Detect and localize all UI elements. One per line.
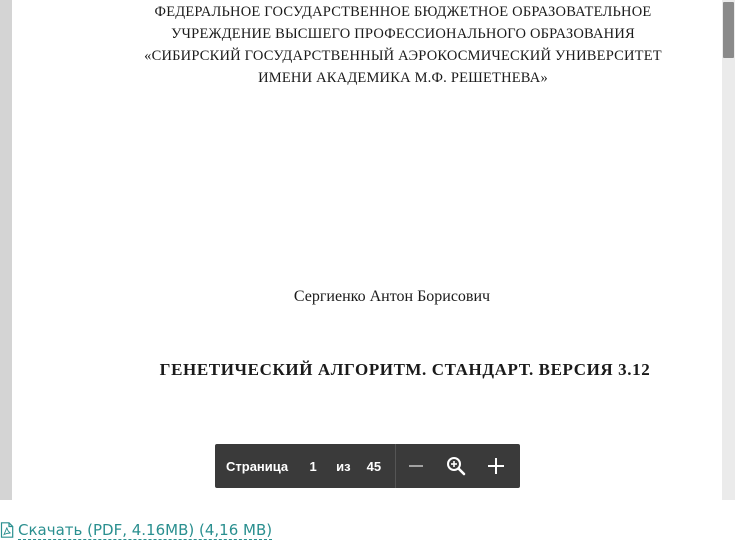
scrollbar-thumb[interactable]: [723, 2, 734, 58]
org-line-2: УЧРЕЖДЕНИЕ ВЫСШЕГО ПРОФЕССИОНАЛЬНОГО ОБР…: [171, 26, 635, 42]
org-line-1: ФЕДЕРАЛЬНОЕ ГОСУДАРСТВЕННОЕ БЮДЖЕТНОЕ ОБ…: [154, 4, 652, 20]
organization-header: ФЕДЕРАЛЬНОЕ ГОСУДАРСТВЕННОЕ БЮДЖЕТНОЕ ОБ…: [12, 1, 735, 89]
total-pages: 45: [366, 458, 382, 474]
zoom-icon: [447, 457, 466, 476]
pdf-toolbar: Страница 1 из 45: [215, 444, 520, 488]
download-pdf-link[interactable]: Скачать (PDF, 4.16MB) (4,16 MB): [18, 521, 273, 540]
zoom-out-button[interactable]: [396, 444, 436, 488]
zoom-in-button[interactable]: [476, 444, 516, 488]
document-title: ГЕНЕТИЧЕСКИЙ АЛГОРИТМ. СТАНДАРТ. ВЕРСИЯ …: [159, 360, 651, 379]
download-row: Скачать (PDF, 4.16MB) (4,16 MB): [0, 519, 273, 541]
zoom-reset-button[interactable]: [436, 444, 476, 488]
org-line-3: «СИБИРСКИЙ ГОСУДАРСТВЕННЫЙ АЭРОКОСМИЧЕСК…: [144, 48, 662, 64]
current-page-input[interactable]: 1: [308, 459, 318, 474]
document-author: Сергиенко Антон Борисович: [293, 288, 491, 305]
pdf-page: ФЕДЕРАЛЬНОЕ ГОСУДАРСТВЕННОЕ БЮДЖЕТНОЕ ОБ…: [12, 0, 722, 500]
page-label: Страница: [226, 458, 289, 474]
plus-icon: [488, 458, 505, 474]
vertical-scrollbar[interactable]: [722, 0, 735, 500]
pdf-file-icon: [0, 522, 14, 538]
pdf-viewer[interactable]: ФЕДЕРАЛЬНОЕ ГОСУДАРСТВЕННОЕ БЮДЖЕТНОЕ ОБ…: [0, 0, 735, 500]
of-label: из: [336, 458, 351, 474]
org-line-4: ИМЕНИ АКАДЕМИКА М.Ф. РЕШЕТНЕВА»: [258, 70, 548, 86]
minus-icon: [409, 465, 424, 467]
